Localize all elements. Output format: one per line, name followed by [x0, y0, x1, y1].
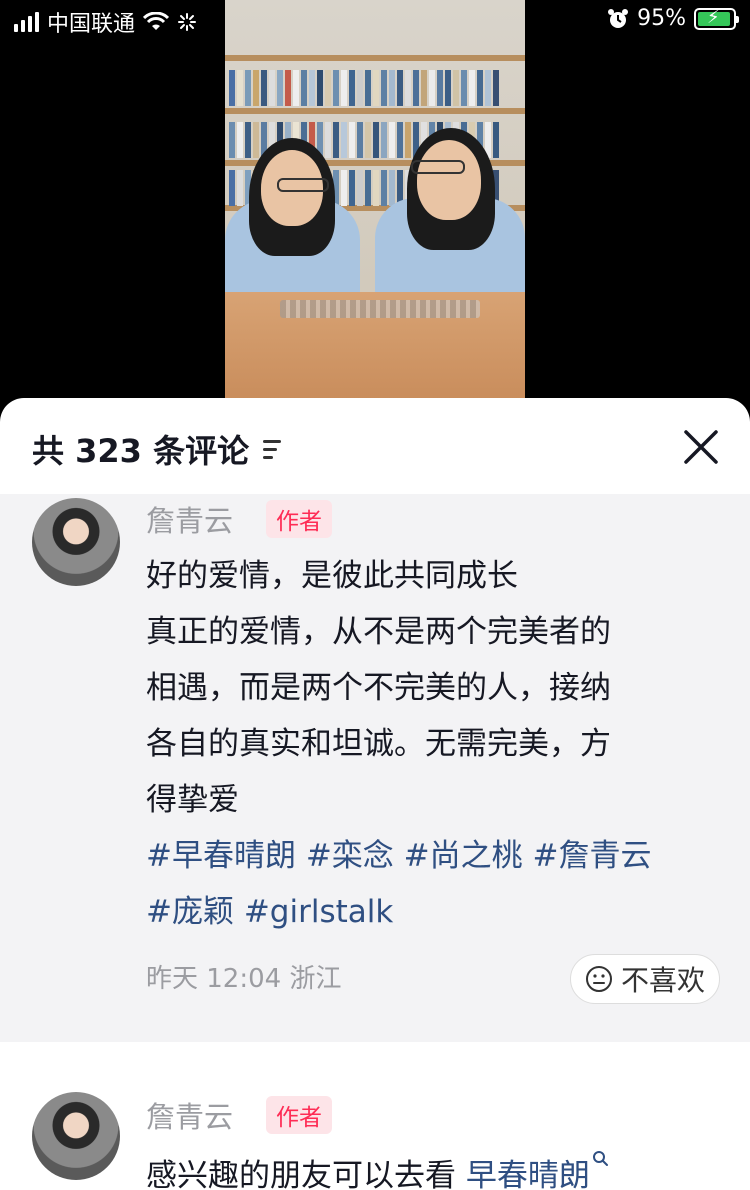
comment-text-prefix: 感兴趣的朋友可以去看 — [146, 1158, 466, 1190]
comments-sheet: 共 323 条评论 詹青云 作者 好的爱情，是彼此共同成长 真正的爱情，从不是两… — [0, 398, 750, 1190]
avatar[interactable] — [32, 498, 120, 586]
comment-line: 得挚爱 — [146, 782, 239, 818]
battery-icon: ⚡ — [694, 6, 739, 30]
comment-line: 相遇，而是两个不完美的人，接纳 — [146, 670, 611, 706]
comment-meta: 昨天 12:04 浙江 — [146, 964, 342, 994]
avatar[interactable] — [32, 1092, 120, 1180]
search-icon[interactable] — [592, 1150, 610, 1168]
charging-bolt-icon: ⚡ — [707, 6, 720, 28]
sort-lines-icon[interactable] — [263, 439, 282, 459]
video-player[interactable] — [225, 0, 525, 400]
comment-line: 真正的爱情，从不是两个完美者的 — [146, 614, 611, 650]
hashtag-line[interactable]: #庞颖 #girlstalk — [146, 884, 716, 940]
alarm-icon — [608, 8, 629, 28]
comment-item[interactable]: 詹青云 作者 好的爱情，是彼此共同成长 真正的爱情，从不是两个完美者的 相遇，而… — [0, 494, 750, 1042]
dislike-label: 不喜欢 — [620, 964, 705, 997]
hashtag-line[interactable]: #早春晴朗 #栾念 #尚之桃 #詹青云 — [146, 828, 716, 884]
comment-username[interactable]: 詹青云 — [146, 498, 233, 540]
search-link[interactable]: 早春晴朗 — [466, 1158, 590, 1190]
comment-line: 好的爱情，是彼此共同成长 — [146, 558, 518, 594]
battery-percent: 95% — [637, 6, 686, 31]
author-badge: 作者 — [266, 500, 332, 538]
comment-username[interactable]: 詹青云 — [146, 1094, 233, 1136]
blurred-caption — [280, 300, 480, 318]
dislike-button[interactable]: 不喜欢 — [569, 954, 720, 1004]
comments-title: 共 323 条评论 — [32, 426, 282, 472]
comment-text: 感兴趣的朋友可以去看 早春晴朗 — [146, 1150, 610, 1190]
author-badge: 作者 — [266, 1096, 332, 1134]
comment-line: 各自的真实和坦诚。无需完美，方 — [146, 726, 611, 762]
comment-count: 共 323 条评论 — [32, 432, 250, 470]
books-row — [229, 70, 499, 106]
neutral-face-icon — [585, 966, 612, 992]
comments-header: 共 323 条评论 — [0, 398, 750, 494]
shelf — [225, 55, 525, 61]
close-icon[interactable] — [682, 428, 720, 466]
status-right: 95% ⚡ — [607, 6, 739, 31]
shelf — [225, 108, 525, 114]
comment-item[interactable]: 詹青云 作者 感兴趣的朋友可以去看 早春晴朗 — [0, 1042, 750, 1190]
comment-text: 好的爱情，是彼此共同成长 真正的爱情，从不是两个完美者的 相遇，而是两个不完美的… — [146, 548, 716, 940]
